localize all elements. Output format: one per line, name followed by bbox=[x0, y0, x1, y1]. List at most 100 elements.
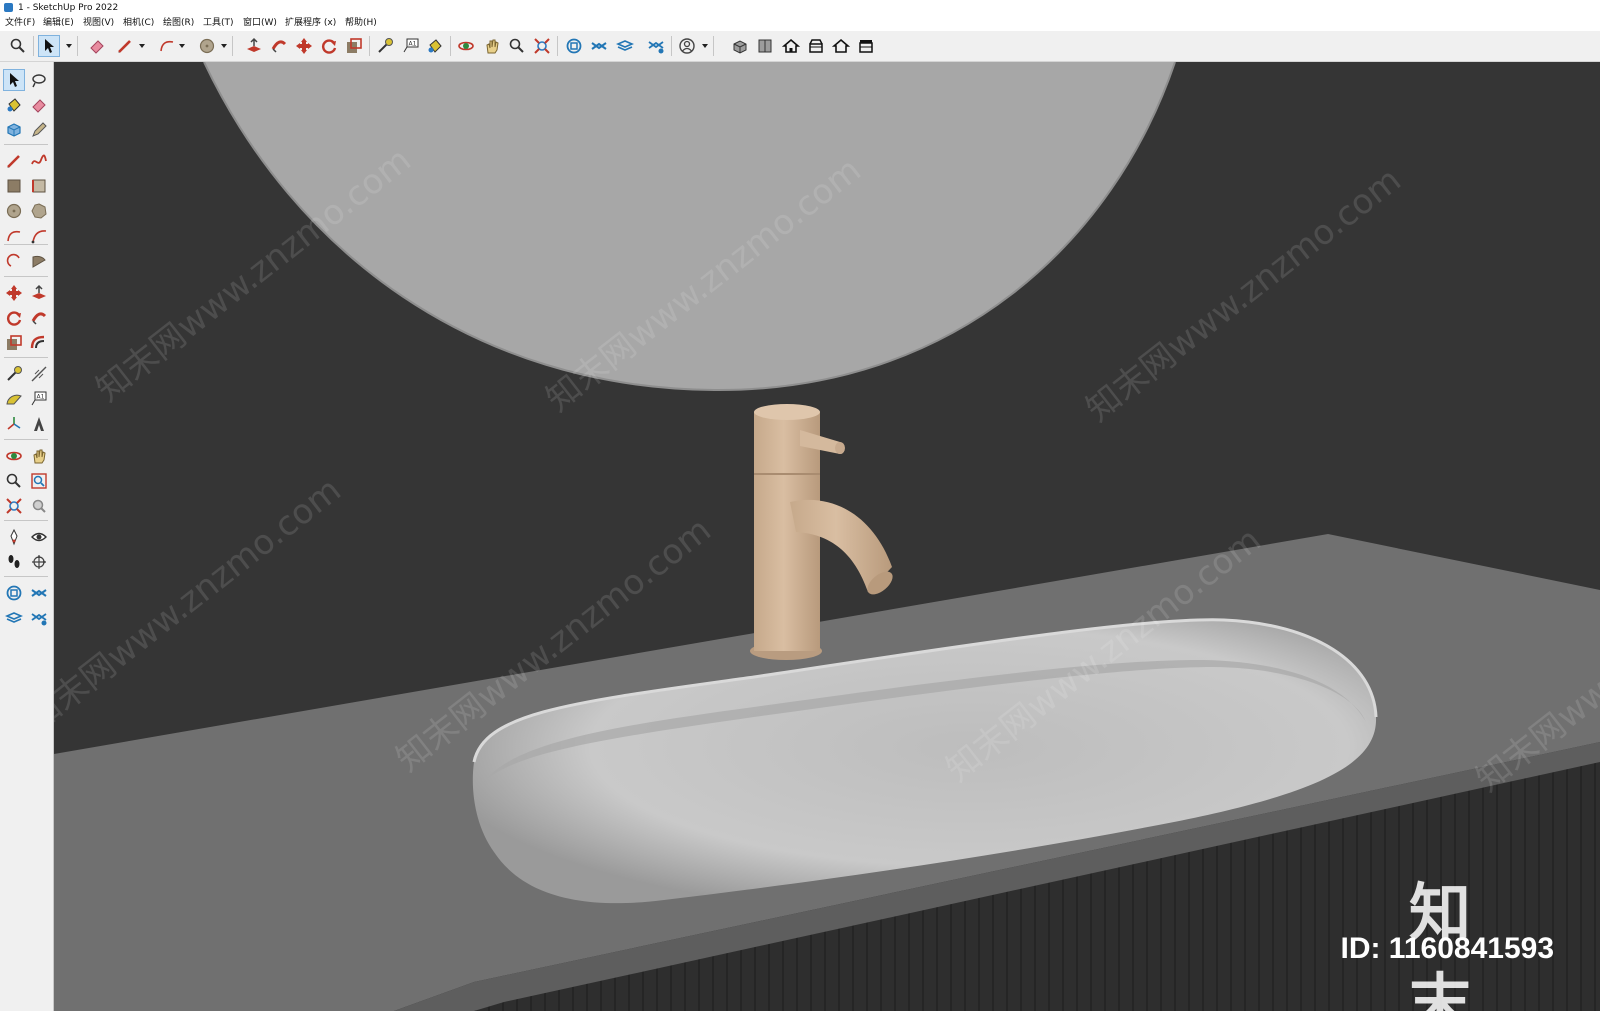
eraser-icon bbox=[88, 37, 106, 55]
toolbar-layout-button[interactable] bbox=[614, 35, 636, 57]
toolbar-circle-button[interactable] bbox=[196, 35, 218, 57]
faucet-lever-tip bbox=[835, 442, 845, 454]
toolbar-left-view-button[interactable] bbox=[855, 35, 877, 57]
sidebar-offset-button[interactable] bbox=[28, 332, 50, 354]
sidebar-circle-button[interactable] bbox=[3, 200, 25, 222]
sidebar-eraser-button[interactable] bbox=[28, 94, 50, 116]
tape-measure-icon bbox=[5, 365, 23, 383]
sidebar-tag-pencil-button[interactable] bbox=[28, 119, 50, 141]
move-icon bbox=[5, 284, 23, 302]
toolbar-warehouse-button[interactable] bbox=[563, 35, 585, 57]
toolbar-dropdown-arrow-button[interactable] bbox=[137, 35, 147, 57]
toolbar-paint-bucket-button[interactable] bbox=[424, 35, 446, 57]
menu-view[interactable]: 视图(V) bbox=[83, 16, 114, 31]
sidebar-paint-bucket-button[interactable] bbox=[3, 94, 25, 116]
sidebar-zoom-window-button[interactable] bbox=[28, 470, 50, 492]
sidebar-pencil-line-button[interactable] bbox=[3, 150, 25, 172]
menu-tools[interactable]: 工具(T) bbox=[203, 16, 234, 31]
toolbar-dropdown-arrow-button[interactable] bbox=[64, 35, 74, 57]
toolbar-extension-manager-button[interactable] bbox=[645, 35, 667, 57]
sidebar-3d-text-button[interactable] bbox=[28, 413, 50, 435]
menu-file[interactable]: 文件(F) bbox=[5, 16, 35, 31]
toolbar-orbit-button[interactable] bbox=[455, 35, 477, 57]
toolbar-extension-warehouse-button[interactable] bbox=[588, 35, 610, 57]
toolbar-rotate-button[interactable] bbox=[318, 35, 340, 57]
sidebar-move-button[interactable] bbox=[3, 282, 25, 304]
toolbar-zoom-extents-button[interactable] bbox=[531, 35, 553, 57]
sidebar-previous-view-button[interactable] bbox=[28, 495, 50, 517]
toolbar-dropdown-arrow-button[interactable] bbox=[700, 35, 710, 57]
paint-bucket-icon bbox=[426, 37, 444, 55]
toolbar-select-arrow-button[interactable] bbox=[38, 35, 60, 57]
toolbar-separator bbox=[557, 36, 558, 56]
sidebar-orbit-button[interactable] bbox=[3, 445, 25, 467]
toolbar-push-pull-button[interactable] bbox=[243, 35, 265, 57]
sidebar-rotate-button[interactable] bbox=[3, 307, 25, 329]
sidebar-push-pull-button[interactable] bbox=[28, 282, 50, 304]
toolbar-text-label-button[interactable]: A1 bbox=[400, 35, 422, 57]
sidebar-freehand-button[interactable] bbox=[28, 150, 50, 172]
sidebar-warehouse-button[interactable] bbox=[3, 582, 25, 604]
toolbar-account-button[interactable] bbox=[676, 35, 698, 57]
sidebar-rotated-rectangle-button[interactable] bbox=[28, 175, 50, 197]
sidebar-axes-button[interactable] bbox=[3, 413, 25, 435]
iso-view-icon bbox=[731, 37, 749, 55]
menu-help[interactable]: 帮助(H) bbox=[345, 16, 377, 31]
toolbar-front-view-button[interactable] bbox=[780, 35, 802, 57]
rectangle-icon bbox=[5, 177, 23, 195]
toolbar-zoom-button[interactable] bbox=[506, 35, 528, 57]
model-viewport[interactable]: 知末网www.znzmo.com 知末网www.znzmo.com 知末网www.z… bbox=[54, 62, 1600, 1011]
toolbar-tape-measure-button[interactable] bbox=[374, 35, 396, 57]
menu-draw[interactable]: 绘图(R) bbox=[163, 16, 194, 31]
menu-edit[interactable]: 编辑(E) bbox=[43, 16, 74, 31]
toolbar-dropdown-arrow-button[interactable] bbox=[219, 35, 229, 57]
toolbar-separator bbox=[450, 36, 451, 56]
previous-view-icon bbox=[30, 497, 48, 515]
menu-extensions[interactable]: 扩展程序 (x) bbox=[285, 16, 336, 31]
sidebar-follow-me-button[interactable] bbox=[28, 307, 50, 329]
sidebar-text-label-button[interactable]: A1 bbox=[28, 388, 50, 410]
sidebar-walk-button[interactable] bbox=[3, 551, 25, 573]
rotate-icon bbox=[320, 37, 338, 55]
sidebar-extension-manager-button[interactable] bbox=[28, 607, 50, 629]
sidebar-section-plane-button[interactable] bbox=[28, 551, 50, 573]
toolbar-eraser-button[interactable] bbox=[86, 35, 108, 57]
front-view-icon bbox=[782, 37, 800, 55]
sidebar-orbit-lasso-button[interactable] bbox=[28, 69, 50, 91]
sidebar-dimension-button[interactable] bbox=[28, 363, 50, 385]
toolbar-follow-me-button[interactable] bbox=[268, 35, 290, 57]
sidebar-protractor-button[interactable] bbox=[3, 388, 25, 410]
sidebar-component-button[interactable] bbox=[3, 119, 25, 141]
sidebar-rectangle-button[interactable] bbox=[3, 175, 25, 197]
toolbar-top-view-button[interactable] bbox=[754, 35, 776, 57]
toolbar-scale-button[interactable] bbox=[343, 35, 365, 57]
sidebar-three-point-arc-button[interactable] bbox=[3, 250, 25, 272]
sidebar-tape-measure-button[interactable] bbox=[3, 363, 25, 385]
axes-icon bbox=[5, 415, 23, 433]
push-pull-icon bbox=[30, 284, 48, 302]
sidebar-pan-button[interactable] bbox=[28, 445, 50, 467]
sidebar-select-arrow-button[interactable] bbox=[3, 69, 25, 91]
sketchup-app-icon bbox=[4, 3, 13, 12]
sidebar-extension-warehouse-button[interactable] bbox=[28, 582, 50, 604]
toolbar-right-view-button[interactable] bbox=[805, 35, 827, 57]
sidebar-pie-button[interactable] bbox=[28, 250, 50, 272]
toolbar-dropdown-arrow-button[interactable] bbox=[177, 35, 187, 57]
sidebar-scale-button[interactable] bbox=[3, 332, 25, 354]
toolbar-zoom-button[interactable] bbox=[7, 35, 29, 57]
toolbar-back-view-button[interactable] bbox=[830, 35, 852, 57]
sidebar-zoom-button[interactable] bbox=[3, 470, 25, 492]
menu-camera[interactable]: 相机(C) bbox=[123, 16, 154, 31]
toolbar-pan-button[interactable] bbox=[481, 35, 503, 57]
sidebar-position-camera-button[interactable] bbox=[3, 526, 25, 548]
scale-icon bbox=[5, 334, 23, 352]
sidebar-layout-button[interactable] bbox=[3, 607, 25, 629]
sidebar-zoom-extents-button[interactable] bbox=[3, 495, 25, 517]
toolbar-iso-view-button[interactable] bbox=[729, 35, 751, 57]
sidebar-look-around-button[interactable] bbox=[28, 526, 50, 548]
toolbar-move-button[interactable] bbox=[293, 35, 315, 57]
sidebar-polygon-button[interactable] bbox=[28, 200, 50, 222]
toolbar-arc-button[interactable] bbox=[156, 35, 178, 57]
menu-window[interactable]: 窗口(W) bbox=[243, 16, 277, 31]
toolbar-pencil-line-button[interactable] bbox=[114, 35, 136, 57]
